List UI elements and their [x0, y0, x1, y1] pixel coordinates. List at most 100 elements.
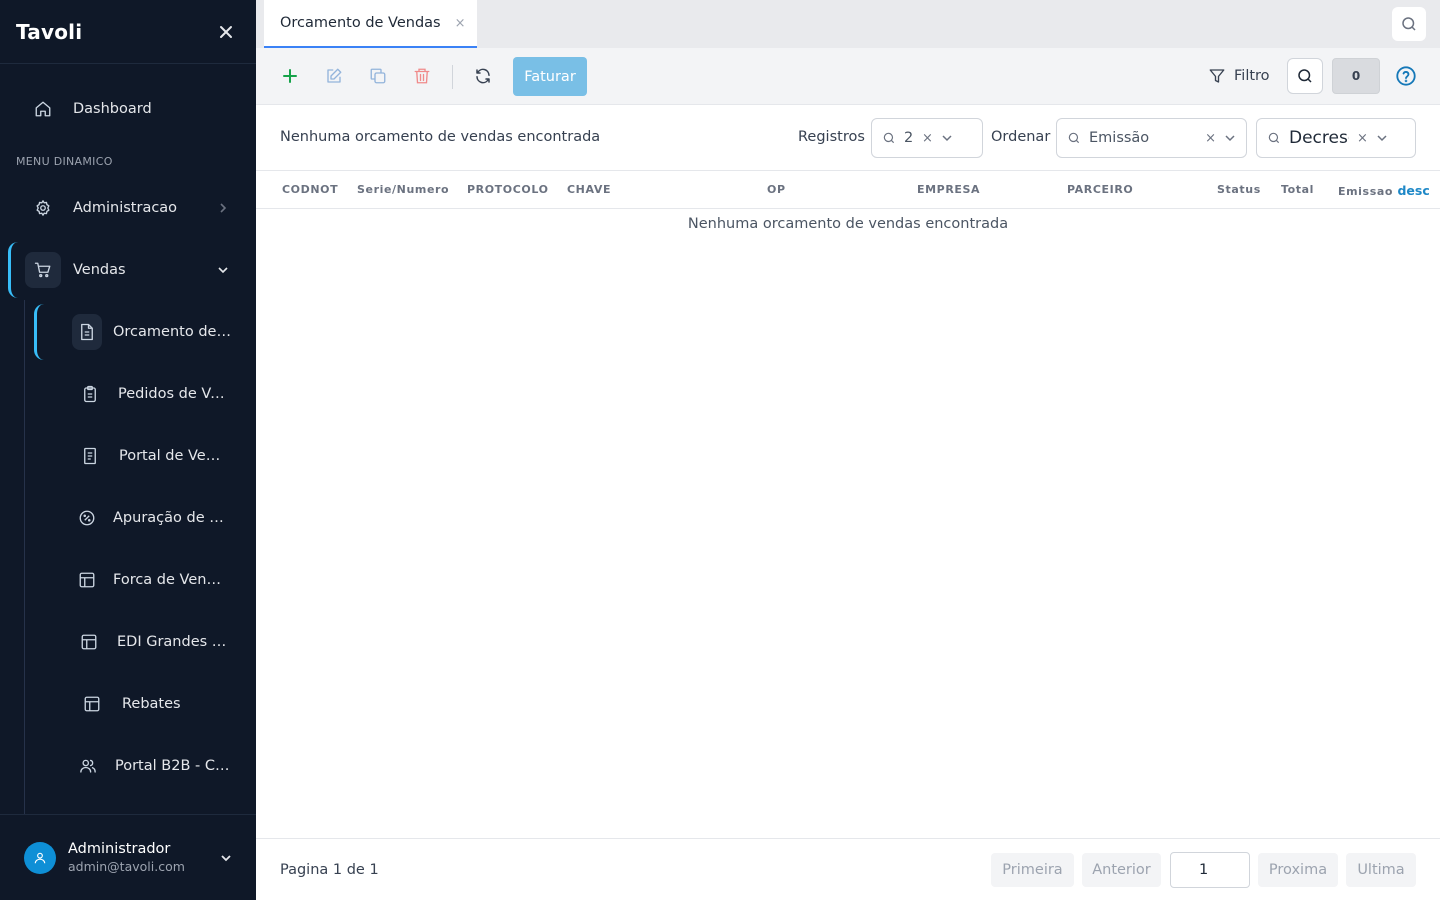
refresh-button[interactable]	[465, 60, 501, 92]
cart-icon	[25, 252, 61, 288]
percent-icon	[69, 500, 105, 536]
search-icon	[1068, 132, 1080, 144]
sidebar-item-dashboard[interactable]: Dashboard	[0, 81, 256, 137]
column-header-total[interactable]: Total	[1281, 183, 1314, 196]
table-header: CODNOT Serie/Numero PROTOCOLO CHAVE OP E…	[256, 171, 1440, 209]
sidebar-subitem-orcamento[interactable]: Orcamento de Vendas	[0, 304, 256, 360]
chevron-down-icon[interactable]	[1224, 132, 1236, 144]
sidebar-subitem-portal-vendas[interactable]: Portal de Vendas	[0, 428, 256, 484]
search-icon	[1298, 69, 1312, 83]
main-content: Orcamento de Vendas × Faturar Filtro 0 N…	[256, 0, 1440, 900]
column-header-serie-numero[interactable]: Serie/Numero	[357, 183, 449, 196]
column-header-empresa[interactable]: EMPRESA	[917, 183, 980, 196]
filter-button[interactable]: Filtro	[1208, 60, 1270, 92]
sidebar-subitem-label: Rebates	[122, 696, 181, 712]
sidebar: Tavoli Dashboard MENU DINAMICO Administr…	[0, 0, 256, 900]
sidebar-subitem-label: Portal B2B - Clientes	[115, 758, 231, 774]
filter-icon	[1209, 69, 1225, 83]
sidebar-header: Tavoli	[0, 0, 256, 64]
user-menu-toggle[interactable]	[220, 852, 232, 864]
chevron-down-icon[interactable]	[941, 132, 953, 144]
registros-select[interactable]: 20 ×	[871, 118, 983, 158]
chevron-down-icon	[218, 267, 228, 274]
pagination: Pagina 1 de 1 Primeira Anterior Proxima …	[256, 838, 1440, 900]
registros-label: Registros	[798, 129, 865, 145]
clipboard-icon	[72, 376, 108, 412]
layout-icon	[71, 624, 107, 660]
delete-button[interactable]	[404, 60, 440, 92]
avatar	[24, 841, 56, 874]
help-button[interactable]	[1395, 65, 1417, 87]
clear-order-direction-button[interactable]: ×	[1357, 131, 1368, 146]
sidebar-subitem-pedidos[interactable]: Pedidos de Vendas	[0, 366, 256, 422]
file-text-icon	[72, 314, 102, 350]
faturar-button[interactable]: Faturar	[513, 57, 587, 96]
previous-page-button[interactable]: Anterior	[1082, 853, 1161, 887]
duplicate-button[interactable]	[360, 60, 396, 92]
search-icon	[1268, 132, 1280, 144]
sidebar-subitem-label: Forca de Vendas	[113, 572, 229, 588]
selection-count-badge: 0	[1332, 58, 1380, 94]
page-info: Pagina 1 de 1	[280, 862, 379, 878]
sort-indicator: desc	[1397, 183, 1430, 198]
column-header-codnot[interactable]: CODNOT	[282, 183, 338, 196]
column-header-label: Emissao	[1338, 185, 1394, 198]
page-number-input[interactable]	[1170, 852, 1250, 888]
sidebar-subitem-apuracao[interactable]: Apuração de Comissões	[0, 490, 256, 546]
sidebar-subitem-edi[interactable]: EDI Grandes Redes	[0, 614, 256, 670]
registros-value: 20	[904, 130, 914, 146]
add-button[interactable]	[272, 60, 308, 92]
refresh-icon	[476, 68, 490, 84]
sidebar-subitem-forca-vendas[interactable]: Forca de Vendas	[0, 552, 256, 608]
column-header-status[interactable]: Status	[1217, 183, 1261, 196]
sidebar-subitem-rebates[interactable]: Rebates	[0, 676, 256, 732]
gear-icon	[25, 190, 61, 226]
user-name: Administrador	[68, 841, 171, 857]
document-icon	[72, 438, 108, 474]
sidebar-item-administracao[interactable]: Administracao	[0, 180, 256, 236]
clear-ordenar-button[interactable]: ×	[1205, 131, 1216, 146]
chevron-right-icon	[220, 203, 227, 213]
column-header-emissao[interactable]: Emissao desc	[1338, 183, 1430, 198]
sidebar-subitem-label: Orcamento de Vendas	[113, 324, 231, 340]
column-header-chave[interactable]: CHAVE	[567, 183, 611, 196]
order-direction-select[interactable]: Decrescente ×	[1256, 118, 1416, 158]
plus-icon	[283, 69, 297, 83]
last-page-button[interactable]: Ultima	[1346, 853, 1416, 887]
column-header-protocolo[interactable]: PROTOCOLO	[467, 183, 549, 196]
user-email: admin@tavoli.com	[68, 859, 185, 874]
close-sidebar-button[interactable]	[212, 18, 240, 46]
clear-registros-button[interactable]: ×	[922, 131, 933, 146]
sidebar-item-label: Administracao	[73, 200, 178, 216]
first-page-button[interactable]: Primeira	[991, 853, 1074, 887]
sidebar-item-label: Dashboard	[73, 101, 152, 117]
column-header-op[interactable]: OP	[767, 183, 786, 196]
help-icon	[1396, 66, 1416, 86]
ordenar-value: Emissão	[1089, 130, 1150, 146]
sidebar-subitem-label: Portal de Vendas	[119, 448, 229, 464]
trash-icon	[414, 68, 430, 84]
ordenar-select[interactable]: Emissão ×	[1056, 118, 1247, 158]
global-search-button[interactable]	[1392, 7, 1426, 41]
next-page-button[interactable]: Proxima	[1258, 853, 1338, 887]
tab-orcamento-vendas[interactable]: Orcamento de Vendas ×	[264, 0, 477, 48]
sidebar-item-label: Vendas	[73, 262, 126, 278]
tab-close-button[interactable]: ×	[455, 16, 466, 31]
sidebar-subitem-label: EDI Grandes Redes	[117, 634, 227, 650]
search-icon	[1402, 17, 1416, 31]
toolbar: Faturar Filtro 0	[256, 48, 1440, 105]
sidebar-subitem-portal-b2b[interactable]: Portal B2B - Clientes	[0, 738, 256, 794]
search-button[interactable]	[1287, 58, 1323, 94]
filter-label: Filtro	[1234, 68, 1270, 84]
user-menu[interactable]: Administrador admin@tavoli.com	[0, 814, 256, 900]
chevron-down-icon	[221, 854, 231, 861]
chevron-down-icon[interactable]	[1376, 132, 1388, 144]
close-icon	[220, 25, 232, 38]
sidebar-item-vendas[interactable]: Vendas	[0, 242, 256, 298]
edit-icon	[327, 68, 342, 83]
edit-button[interactable]	[316, 60, 352, 92]
column-header-parceiro[interactable]: PARCEIRO	[1067, 183, 1133, 196]
filter-bar: Nenhuma orcamento de vendas encontrada R…	[256, 105, 1440, 171]
copy-icon	[370, 68, 386, 84]
user-icon	[34, 852, 46, 863]
